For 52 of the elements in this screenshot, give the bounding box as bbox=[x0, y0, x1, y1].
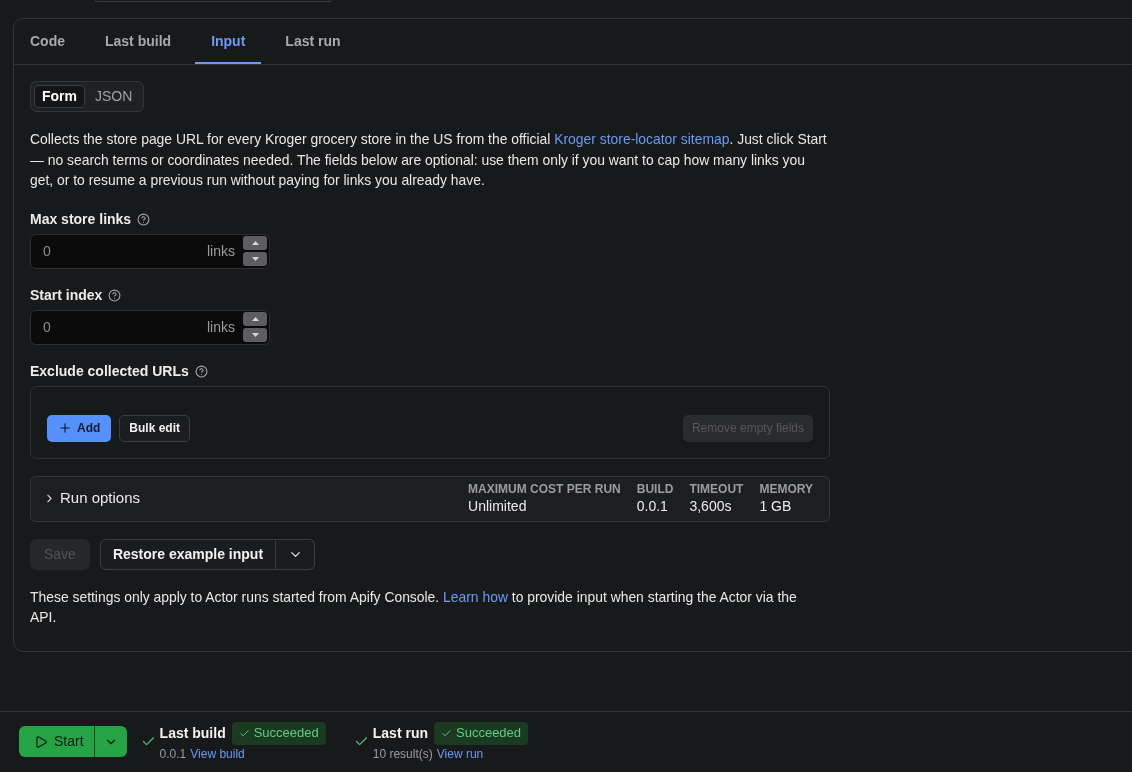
run-options-label: Run options bbox=[60, 488, 141, 509]
status-badge: Succeeded bbox=[231, 721, 326, 745]
tab[interactable]: Code bbox=[14, 19, 81, 64]
stat-value: 0.0.1 bbox=[636, 496, 669, 516]
stat-value: 1 GB bbox=[759, 496, 793, 516]
note-text: These settings only apply to Actor runs started from Apify Console. Learn how to provide input when starting the Actor via the API. bbox=[30, 587, 798, 627]
caret-up-icon bbox=[251, 241, 259, 245]
help-icon[interactable] bbox=[194, 364, 208, 378]
stat-label: BUILD bbox=[636, 481, 674, 497]
help-icon[interactable] bbox=[137, 212, 151, 226]
status-detail: 10 result(s) bbox=[372, 746, 433, 762]
mode-option[interactable]: Form bbox=[34, 85, 85, 108]
stat-label: MAXIMUM COST PER RUN bbox=[468, 481, 621, 497]
stat-value: Unlimited bbox=[468, 496, 528, 516]
restore-button[interactable]: Restore example input bbox=[99, 538, 277, 570]
start-button[interactable]: Start bbox=[19, 726, 94, 757]
status-title: Last run bbox=[372, 723, 428, 743]
increment-button[interactable] bbox=[243, 236, 267, 250]
decrement-button[interactable] bbox=[243, 252, 267, 266]
stat-label: MEMORY bbox=[759, 481, 813, 497]
mode-option[interactable]: JSON bbox=[87, 85, 141, 108]
unit-label: links bbox=[207, 241, 235, 261]
start-dropdown-button[interactable] bbox=[93, 726, 127, 757]
caret-up-icon bbox=[251, 317, 259, 321]
status-detail: 0.0.1 bbox=[159, 746, 187, 762]
decrement-button[interactable] bbox=[243, 328, 267, 342]
description-text: Collects the store page URL for every Kroger grocery store in the US from the official Kroger store-locator sitemap. Just click Start — no search terms or coordinates needed. The fields below are optional: use them only if you want to cap how many links you get, or to resume a previous run without paying for links you already have. bbox=[30, 130, 828, 190]
status-badge: Succeeded bbox=[434, 721, 529, 745]
play-icon bbox=[34, 734, 48, 749]
caret-down-icon bbox=[251, 333, 259, 337]
tab[interactable]: Last build bbox=[89, 19, 188, 64]
check-icon bbox=[441, 727, 452, 739]
run-options-bar[interactable]: Run options MAXIMUM COST PER RUN Unlimited BUILD 0.0.1 TIMEOUT 3,600s MEMORY 1 GB bbox=[30, 475, 830, 522]
tab[interactable]: Input bbox=[195, 19, 262, 64]
unit-label: links bbox=[207, 317, 235, 337]
status-link[interactable]: View run bbox=[436, 746, 484, 762]
add-button[interactable]: Add bbox=[47, 414, 112, 442]
help-icon[interactable] bbox=[108, 288, 122, 302]
tab[interactable]: Last run bbox=[269, 19, 357, 64]
caret-down-icon bbox=[251, 257, 259, 261]
field-label: Start index bbox=[30, 286, 103, 304]
field-label: Exclude collected URLs bbox=[30, 362, 189, 380]
learn-how-link[interactable]: Learn how bbox=[443, 588, 508, 605]
check-icon bbox=[238, 727, 250, 739]
field-label: Max store links bbox=[30, 210, 132, 228]
status-title: Last build bbox=[159, 723, 226, 743]
increment-button[interactable] bbox=[243, 312, 267, 326]
status-link[interactable]: View build bbox=[190, 746, 245, 762]
stat-label: TIMEOUT bbox=[689, 481, 744, 497]
stat-value: 3,600s bbox=[689, 496, 733, 516]
bulk-edit-button[interactable]: Bulk edit bbox=[119, 414, 190, 442]
plus-icon bbox=[58, 421, 72, 435]
